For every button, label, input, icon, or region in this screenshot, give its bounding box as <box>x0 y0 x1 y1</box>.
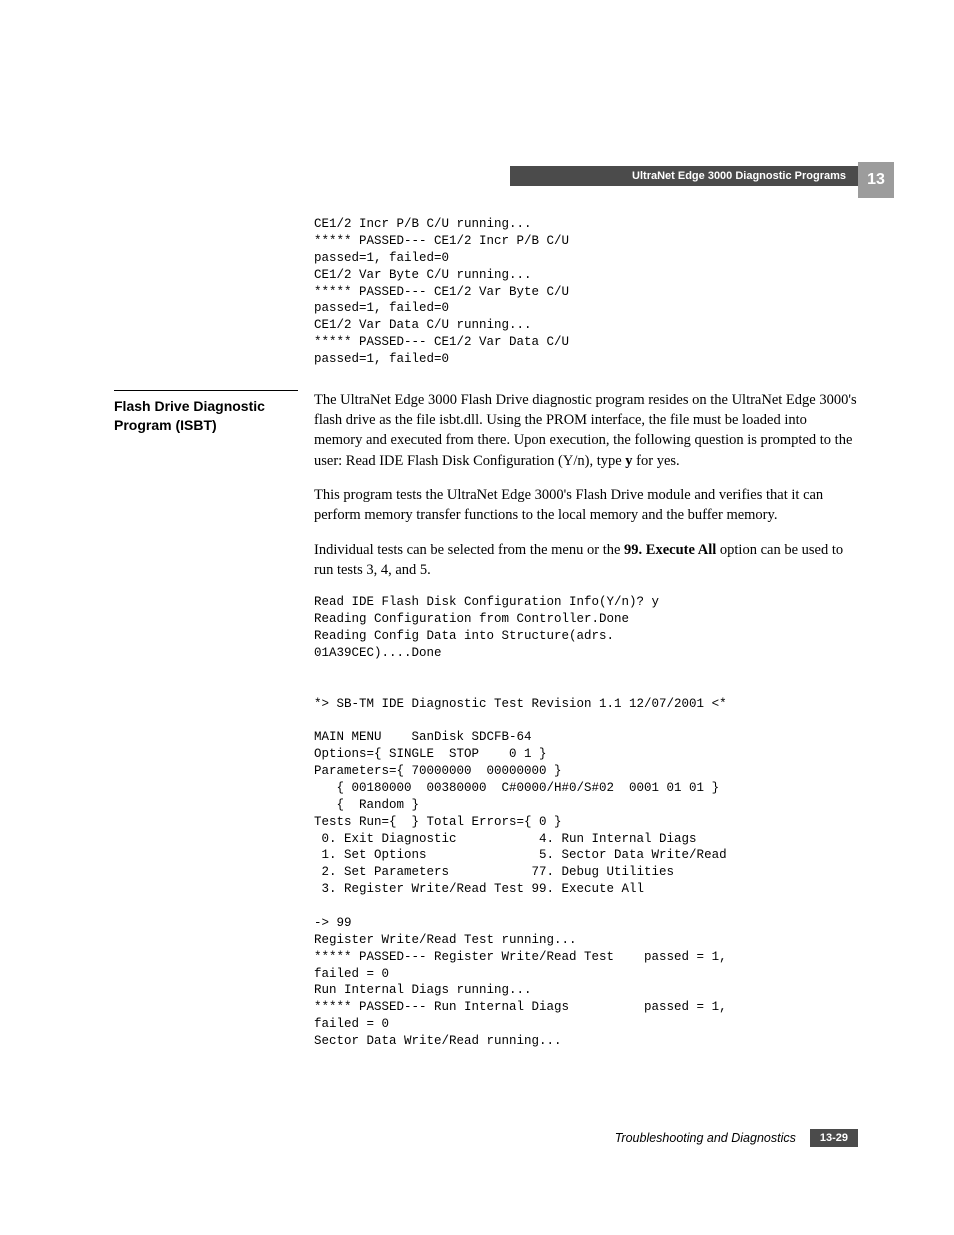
section-side-heading: Flash Drive Diagnostic Program (ISBT) <box>114 390 298 435</box>
body-paragraph-2: This program tests the UltraNet Edge 300… <box>314 485 858 526</box>
footer-title: Troubleshooting and Diagnostics <box>615 1131 796 1145</box>
page-footer: Troubleshooting and Diagnostics 13-29 <box>114 1129 858 1147</box>
footer-page-number: 13-29 <box>810 1129 858 1147</box>
chapter-number-tab: 13 <box>858 162 894 198</box>
para1-bold-y: y <box>625 453 632 469</box>
para3-bold-exec: 99. Execute All <box>624 542 716 558</box>
running-title: UltraNet Edge 3000 Diagnostic Programs <box>510 166 858 186</box>
para3-text-a: Individual tests can be selected from th… <box>314 542 624 558</box>
code-output-bottom: Read IDE Flash Disk Configuration Info(Y… <box>314 594 858 1050</box>
body-paragraph-3: Individual tests can be selected from th… <box>314 540 858 581</box>
page: UltraNet Edge 3000 Diagnostic Programs 1… <box>0 0 954 1235</box>
page-header: UltraNet Edge 3000 Diagnostic Programs 1… <box>114 166 894 202</box>
para1-text-b: for yes. <box>633 453 680 469</box>
content-area: CE1/2 Incr P/B C/U running... ***** PASS… <box>114 216 858 1072</box>
body-paragraph-1: The UltraNet Edge 3000 Flash Drive diagn… <box>314 390 858 471</box>
para1-text-a: The UltraNet Edge 3000 Flash Drive diagn… <box>314 392 857 469</box>
code-output-top: CE1/2 Incr P/B C/U running... ***** PASS… <box>314 216 858 368</box>
